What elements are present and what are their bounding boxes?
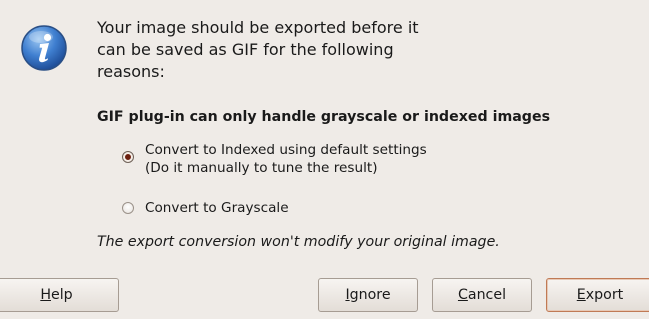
radio-option-label: Convert to Grayscale <box>145 200 289 216</box>
export-label-rest: xport <box>585 287 624 303</box>
radio-option-label-line1: Convert to Indexed using default setting… <box>145 142 427 158</box>
export-mnemonic: E <box>576 287 586 303</box>
cancel-mnemonic: C <box>457 287 468 303</box>
ignore-label-rest: gnore <box>349 287 391 303</box>
export-dialog: Your image should be exported before it … <box>0 0 649 319</box>
cancel-label-rest: ancel <box>467 287 507 303</box>
cancel-button[interactable]: Cancel <box>432 278 532 312</box>
help-label-rest: elp <box>50 287 73 303</box>
radio-button-checked[interactable] <box>122 151 134 163</box>
radio-button-unchecked[interactable] <box>122 202 134 214</box>
help-mnemonic: H <box>40 287 51 303</box>
help-button[interactable]: Help <box>0 278 119 312</box>
radio-option-label: Convert to Indexed using default setting… <box>145 141 427 177</box>
reason-title: GIF plug-in can only handle grayscale or… <box>97 109 551 125</box>
radio-option-label-line2: (Do it manually to tune the result) <box>145 160 378 176</box>
info-icon <box>20 24 68 72</box>
export-note: The export conversion won't modify your … <box>97 234 500 250</box>
ignore-button[interactable]: Ignore <box>318 278 418 312</box>
export-button[interactable]: Export <box>546 278 649 312</box>
dialog-message: Your image should be exported before it … <box>97 18 419 81</box>
